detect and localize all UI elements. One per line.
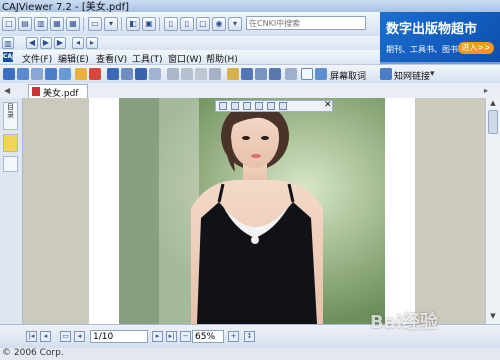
print-image-icon[interactable] [243, 102, 251, 110]
forward-icon[interactable]: ▶ [40, 37, 52, 49]
zoom-dropdown-icon[interactable]: ▾ [228, 17, 242, 31]
scroll-down-icon[interactable]: ▼ [488, 312, 498, 321]
text-select-icon[interactable] [31, 68, 43, 80]
last-page-icon[interactable]: ▶ [54, 37, 66, 49]
image-select-icon[interactable] [59, 68, 71, 80]
copy-icon[interactable] [231, 102, 239, 110]
note-icon[interactable] [167, 68, 179, 80]
search-box [246, 16, 376, 32]
watermark-text: Bai经验 [370, 312, 439, 333]
main-toolbar: □ ▤ ▥ ▦ ▦ ▭ ▾ ◧ ▣ ▯ ▯ ▢ ◉ ▾ [0, 12, 380, 37]
zoom-in-icon[interactable]: + [228, 331, 239, 342]
screen-capture-label[interactable]: 屏幕取词 [330, 69, 366, 82]
rail-tab-notes[interactable] [3, 134, 18, 152]
grid-icon[interactable]: ▦ [66, 17, 80, 31]
last-page-icon[interactable]: ▸| [166, 331, 177, 342]
cnki-link-icon[interactable] [380, 68, 392, 80]
rectangle-icon[interactable] [135, 68, 147, 80]
rail-tab-bookmarks[interactable]: 目录 [3, 102, 18, 130]
tab-scroll-icon[interactable]: ◀ [4, 86, 10, 95]
highlight-icon[interactable] [75, 68, 87, 80]
pen-icon[interactable] [107, 68, 119, 80]
navigation-toolbar: ▥ ◀ ▶ ▶ ◂ ▸ [0, 36, 380, 50]
close-icon[interactable]: ✕ [324, 100, 332, 110]
image-float-toolbar: ✕ [215, 100, 333, 112]
snapshot-icon[interactable] [45, 68, 57, 80]
tools-toolbar: 屏幕取词 知网链接 ▾ [0, 64, 500, 84]
first-page-icon[interactable]: |◂ [26, 331, 37, 342]
layout-toggle-icon[interactable]: ▥ [2, 37, 14, 49]
search-text-icon[interactable] [255, 68, 267, 80]
folder-icon[interactable]: ◧ [126, 17, 140, 31]
zoom-out-icon[interactable]: − [180, 331, 191, 342]
scroll-up-icon[interactable]: ▲ [488, 99, 498, 108]
title-bar: CAJViewer 7.2 - [美女.pdf] [0, 0, 500, 13]
menu-bar: CAJ 文件(F) 编辑(E) 查看(V) 工具(T) 窗口(W) 帮助(H) [0, 50, 380, 65]
text-format-icon[interactable] [241, 68, 253, 80]
print-icon[interactable]: ▣ [142, 17, 156, 31]
history-forward-icon[interactable]: ▸ [86, 37, 98, 49]
page-setup-icon[interactable]: ▭ [88, 17, 102, 31]
two-page-icon[interactable]: ▯ [180, 17, 194, 31]
pdf-icon [32, 87, 40, 96]
dropdown-icon[interactable]: ▾ [104, 17, 118, 31]
page-number-input[interactable] [90, 330, 148, 343]
copyright-text: © 2006 Corp. [2, 348, 64, 358]
page-photo: ✕ [119, 98, 385, 324]
stamp-icon[interactable] [181, 68, 193, 80]
capture-icon[interactable] [315, 68, 327, 80]
ad-banner[interactable]: 数字出版物超市 期刊、工具书、图书...... 进入>> [380, 12, 500, 62]
side-panel-rail: 目录 [0, 98, 23, 324]
ad-headline: 数字出版物超市 [386, 22, 478, 37]
columns-icon[interactable]: ▦ [50, 17, 64, 31]
app-logo-icon: CAJ [3, 52, 15, 62]
select-tool-icon[interactable] [17, 68, 29, 80]
fit-width-icon[interactable]: ↕ [244, 331, 255, 342]
zoom-input[interactable] [192, 330, 224, 343]
open-icon[interactable]: ▤ [18, 17, 32, 31]
document-tab-bar: ◀ 美女.pdf ▸ [0, 83, 500, 99]
cnki-link-dropdown-icon[interactable]: ▾ [430, 69, 435, 79]
eraser-icon[interactable] [121, 68, 133, 80]
cnki-link-label[interactable]: 知网链接 [394, 69, 430, 82]
prev-icon[interactable]: ◂ [74, 331, 85, 342]
document-view[interactable]: ✕ [23, 98, 485, 324]
search-input[interactable] [246, 16, 366, 30]
tab-list-icon[interactable]: ▸ [484, 86, 488, 95]
vertical-scrollbar[interactable]: ▲ ▼ [485, 98, 500, 324]
page-view-icon[interactable]: ▭ [60, 331, 71, 342]
ad-enter-button[interactable]: 进入>> [458, 42, 494, 54]
footer-strip: © 2006 Corp. [0, 348, 500, 360]
bookmark-icon[interactable] [269, 68, 281, 80]
prev-page-icon[interactable]: ◂ [40, 331, 51, 342]
pdf-page: ✕ [89, 98, 415, 324]
capture-active-icon[interactable] [301, 68, 313, 80]
mark-icon[interactable] [89, 68, 101, 80]
scroll-thumb[interactable] [488, 110, 498, 134]
new-icon[interactable]: □ [2, 17, 16, 31]
next-page-icon[interactable]: ▸ [152, 331, 163, 342]
ocr-icon[interactable] [279, 102, 287, 110]
layout-icon[interactable]: ▥ [34, 17, 48, 31]
email-icon[interactable] [255, 102, 263, 110]
ellipse-icon[interactable] [149, 68, 161, 80]
single-page-icon[interactable]: ▯ [164, 17, 178, 31]
zoom-icon[interactable]: ◉ [212, 17, 226, 31]
link-icon[interactable] [195, 68, 207, 80]
fit-page-icon[interactable]: ▢ [196, 17, 210, 31]
save-icon[interactable] [219, 102, 227, 110]
document-tab[interactable]: 美女.pdf [28, 84, 88, 99]
back-icon[interactable]: ◀ [26, 37, 38, 49]
portrait-image [119, 98, 385, 324]
attach-icon[interactable] [209, 68, 221, 80]
rail-tab-thumbnails[interactable] [3, 156, 18, 172]
history-back-icon[interactable]: ◂ [72, 37, 84, 49]
hand-tool-icon[interactable] [3, 68, 15, 80]
font-icon[interactable] [227, 68, 239, 80]
options-icon[interactable] [285, 68, 297, 80]
word-icon[interactable] [267, 102, 275, 110]
